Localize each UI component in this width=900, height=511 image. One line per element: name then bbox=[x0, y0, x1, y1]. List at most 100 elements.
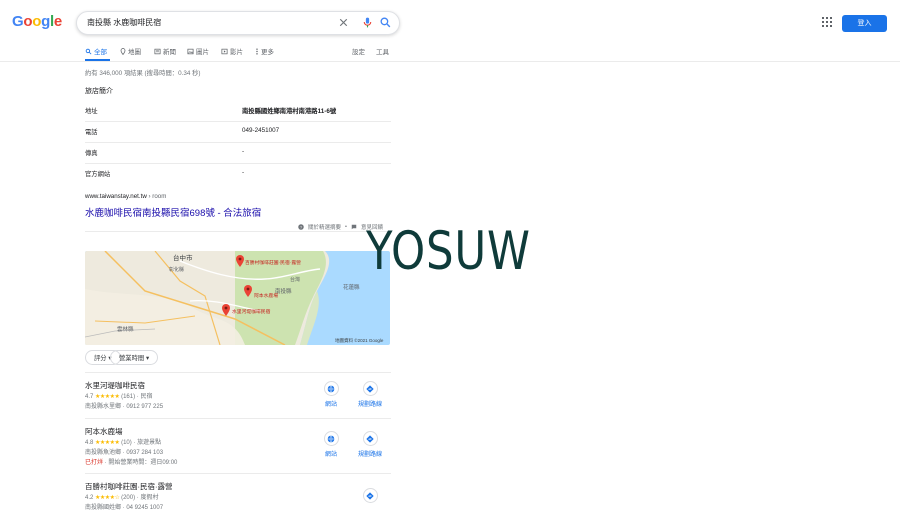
directions-button[interactable]: 規劃路線 bbox=[350, 431, 390, 458]
info-row: 傳真 - bbox=[85, 142, 391, 164]
help-icon: ? bbox=[298, 224, 304, 230]
directions-button[interactable] bbox=[350, 488, 390, 503]
directions-label: 規劃路線 bbox=[357, 452, 382, 458]
place-address: 南投縣水里鄉 · 0912 977 225 bbox=[85, 404, 164, 410]
info-row: 官方網站 - bbox=[85, 163, 391, 184]
feedback-icon bbox=[351, 224, 357, 230]
google-logo[interactable]: Google bbox=[12, 13, 62, 30]
tab-maps[interactable]: 地圖 bbox=[120, 46, 141, 56]
tab-label: 影片 bbox=[230, 49, 243, 56]
result-url: www.taiwanstay.net.tw › room bbox=[85, 193, 166, 200]
apps-grid-icon[interactable] bbox=[822, 17, 832, 27]
info-row: 地址 南投縣國姓鄉南港村南港路11-6號 bbox=[85, 100, 391, 122]
tab-label: 圖片 bbox=[196, 49, 209, 56]
review-count: (200) bbox=[121, 495, 136, 501]
tab-all[interactable]: 全部 bbox=[85, 46, 107, 56]
search-input[interactable]: 南投縣 水鹿咖啡民宿 bbox=[87, 17, 161, 28]
place-type: 民宿 bbox=[140, 394, 153, 400]
place-name[interactable]: 水里河堤咖啡民宿 bbox=[85, 380, 145, 391]
info-key: 電話 bbox=[85, 129, 98, 136]
divider bbox=[85, 372, 391, 373]
divider bbox=[85, 473, 391, 474]
website-button[interactable]: 網站 bbox=[311, 431, 351, 458]
rating-value: 4.7 bbox=[85, 394, 94, 400]
result-domain: www.taiwanstay.net.tw bbox=[85, 193, 147, 200]
result-title-link[interactable]: 水鹿咖啡民宿南投縣民宿698號 - 合法旅宿 bbox=[85, 205, 261, 219]
clear-icon[interactable] bbox=[337, 16, 350, 29]
map-label: 彰化縣 bbox=[169, 266, 184, 273]
directions-label: 規劃路線 bbox=[357, 402, 382, 408]
place-rating-line: 4.2 ★★★★☆ (200) · 度假村 bbox=[85, 495, 159, 501]
place-hours: 已打烊 · 開始營業時間：週日09:00 bbox=[85, 457, 177, 466]
directions-button[interactable]: 規劃路線 bbox=[350, 381, 390, 408]
map-pin-label: 百勝村咖啡莊園·民宿·露營 bbox=[245, 259, 301, 266]
search-icon[interactable] bbox=[379, 16, 392, 29]
about-snippets-link[interactable]: 關於精選摘要 bbox=[308, 223, 341, 231]
info-value: - bbox=[242, 169, 245, 176]
tab-more[interactable]: 更多 bbox=[255, 46, 274, 56]
website-label: 網站 bbox=[324, 402, 337, 408]
logo-letter: o bbox=[32, 13, 42, 30]
rating-value: 4.2 bbox=[85, 495, 94, 501]
info-row: 電話 049-2451007 bbox=[85, 121, 391, 143]
place-address: 南投縣國姓鄉 · 04 9245 1007 bbox=[85, 505, 164, 511]
local-map[interactable]: 台中市 彰化縣 南投縣 雲林縣 花蓮縣 台灣 百勝村咖啡莊園·民宿·露營 阿本水… bbox=[85, 251, 390, 345]
place-address: 南投縣魚池鄉 · 0937 284 103 bbox=[85, 450, 164, 456]
logo-letter: G bbox=[12, 13, 24, 30]
website-button[interactable]: 網站 bbox=[311, 381, 351, 408]
tab-images[interactable]: 圖片 bbox=[187, 46, 209, 56]
review-count: (10) bbox=[121, 440, 132, 446]
separator-dot: • bbox=[345, 224, 347, 230]
watermark: YOSUW bbox=[366, 221, 531, 282]
closed-status: 已打烊 bbox=[85, 460, 104, 466]
website-label: 網站 bbox=[324, 452, 337, 458]
map-copyright: 地圖資料 ©2021 Google bbox=[335, 337, 384, 344]
map-label: 台灣 bbox=[290, 276, 300, 283]
more-icon bbox=[256, 47, 258, 55]
header-divider bbox=[0, 61, 900, 62]
place-name[interactable]: 百勝村咖啡莊園·民宿·露營 bbox=[85, 481, 173, 492]
map-pin-label: 阿本水鹿場 bbox=[254, 292, 278, 299]
settings-link[interactable]: 設定 bbox=[352, 46, 365, 56]
tab-label: 新聞 bbox=[163, 49, 176, 56]
hours-filter-chip[interactable]: 營業時間 ▾ bbox=[110, 350, 159, 365]
star-rating-icon: ★★★★★ bbox=[95, 440, 120, 446]
rating-value: 4.8 bbox=[85, 440, 94, 446]
place-type: 旅遊景點 bbox=[137, 440, 162, 446]
chevron-down-icon: ▾ bbox=[145, 355, 150, 362]
news-icon bbox=[154, 48, 161, 54]
tab-videos[interactable]: 影片 bbox=[221, 46, 243, 56]
microphone-icon[interactable] bbox=[361, 16, 374, 29]
result-stats: 約有 346,000 項結果 (搜尋時間：0.34 秒) bbox=[85, 70, 201, 77]
star-rating-icon: ★★★★☆ bbox=[95, 495, 120, 501]
tab-label: 更多 bbox=[261, 49, 274, 56]
map-label: 花蓮縣 bbox=[343, 283, 360, 291]
tools-link[interactable]: 工具 bbox=[376, 46, 389, 56]
logo-letter: o bbox=[23, 13, 33, 30]
divider bbox=[85, 231, 391, 232]
directions-icon bbox=[366, 384, 374, 393]
info-value: 049-2451007 bbox=[242, 127, 280, 134]
search-icon bbox=[85, 48, 92, 54]
tab-news[interactable]: 新聞 bbox=[154, 46, 176, 56]
directions-icon bbox=[366, 491, 374, 500]
directions-icon bbox=[366, 434, 374, 443]
globe-icon bbox=[327, 384, 335, 393]
logo-letter: e bbox=[53, 13, 62, 30]
result-path: › room bbox=[146, 193, 167, 200]
info-value: - bbox=[242, 148, 245, 155]
map-pin-icon bbox=[120, 47, 126, 55]
sign-in-button[interactable]: 登入 bbox=[842, 15, 887, 32]
place-rating-line: 4.7 ★★★★★ (161) · 民宿 bbox=[85, 394, 153, 400]
search-box[interactable]: 南投縣 水鹿咖啡民宿 bbox=[76, 11, 400, 35]
svg-text:?: ? bbox=[300, 225, 302, 229]
place-name[interactable]: 阿本水鹿場 bbox=[85, 426, 123, 437]
tab-label: 全部 bbox=[94, 49, 107, 56]
review-count: (161) bbox=[121, 394, 136, 400]
opening-time: · 開始營業時間：週日09:00 bbox=[103, 460, 178, 466]
map-pin-label: 水里河堤咖啡民宿 bbox=[232, 308, 271, 315]
info-key: 傳真 bbox=[85, 150, 98, 157]
chip-label: 營業時間 bbox=[119, 355, 145, 362]
tab-label: 地圖 bbox=[128, 49, 141, 56]
info-key: 官方網站 bbox=[85, 171, 111, 178]
